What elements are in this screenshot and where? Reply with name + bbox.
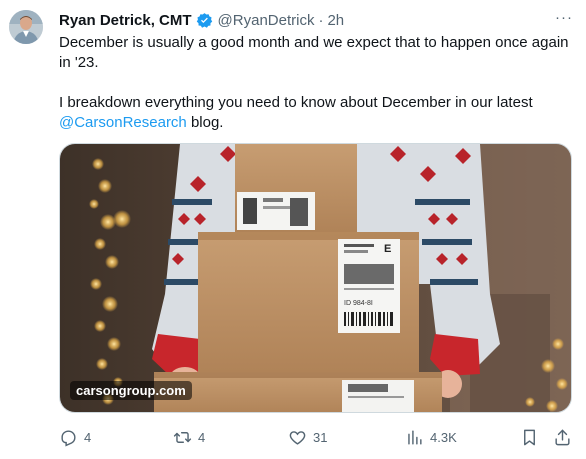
separator-dot: · [318,11,324,29]
verified-badge-icon [196,12,213,29]
views-button[interactable]: 4.3K [405,425,457,449]
view-count: 4.3K [430,429,457,445]
share-icon [553,428,572,447]
like-count: 31 [313,429,328,445]
reply-icon [59,428,78,447]
image-watermark: carsongroup.com [70,381,192,400]
author-handle[interactable]: @RyanDetrick [218,12,315,29]
author-name[interactable]: Ryan Detrick, CMT [59,12,192,29]
tweet-line-2-suffix: blog. [186,114,224,131]
reply-button[interactable]: 4 [59,425,91,449]
tweet-line-2: I breakdown everything you need to know … [59,93,569,133]
bookmark-button[interactable] [520,425,539,449]
mention-link[interactable]: @CarsonResearch [59,114,187,131]
tweet-image[interactable]: ID 984-8I E carsongroup.com [59,143,572,413]
retweet-icon [173,428,192,447]
analytics-icon [405,428,424,447]
heart-icon [288,428,307,447]
retweet-button[interactable]: 4 [173,425,205,449]
action-bar: 4 4 31 4.3K [59,425,574,449]
retweet-count: 4 [198,429,206,445]
more-options-icon[interactable]: ··· [555,9,573,26]
label-letter-text: E [384,243,391,255]
label-id-text: ID 984-8I [344,300,373,307]
box-middle: ID 984-8I E [198,232,419,372]
tweet-text: December is usually a good month and we … [59,33,569,133]
box-bottom [154,372,442,412]
reply-count: 4 [84,429,92,445]
bookmark-icon [520,428,539,447]
tweet-line-1: December is usually a good month and we … [59,34,569,71]
tweet-timestamp[interactable]: 2h [327,12,344,29]
like-button[interactable]: 31 [288,425,327,449]
box-top [235,144,357,232]
tweet-header: Ryan Detrick, CMT @RyanDetrick · 2h [59,9,344,31]
avatar[interactable] [9,10,43,44]
tweet-line-2-prefix: I breakdown everything you need to know … [59,94,533,111]
share-button[interactable] [553,425,572,449]
